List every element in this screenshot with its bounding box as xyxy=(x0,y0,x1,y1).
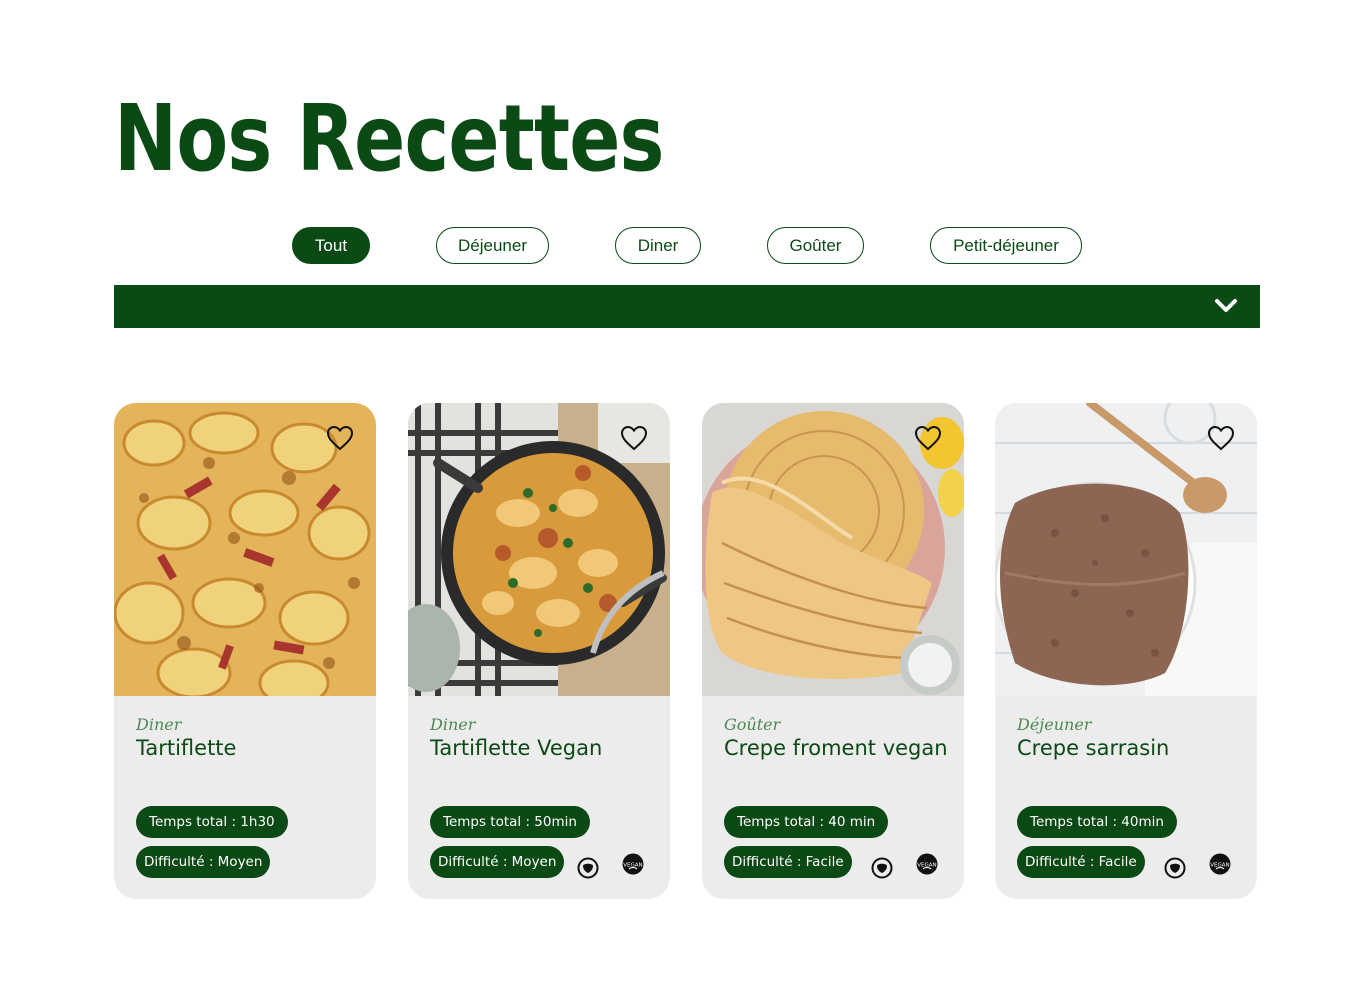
difficulty-badge: Difficulté : Facile xyxy=(724,846,852,878)
recipe-card[interactable]: Déjeuner Crepe sarrasin Temps total : 40… xyxy=(995,403,1257,899)
recipe-name: Tartiflette xyxy=(136,736,237,760)
filter-diner[interactable]: Diner xyxy=(615,227,701,264)
total-time-badge: Temps total : 40 min xyxy=(724,806,889,838)
category-filters: Tout Déjeuner Diner Goûter Petit-déjeune… xyxy=(0,227,1370,264)
vegan-icon: VEGAN xyxy=(916,853,938,875)
favorite-heart-icon[interactable] xyxy=(326,425,354,451)
recipe-card[interactable]: Diner Tartiflette Temps total : 1h30 Dif… xyxy=(114,403,376,899)
total-time-badge: Temps total : 50min xyxy=(430,806,590,838)
recipe-category: Diner xyxy=(136,715,182,734)
lactose-free-icon xyxy=(1164,857,1186,879)
filter-gouter[interactable]: Goûter xyxy=(767,227,864,264)
lactose-free-icon xyxy=(871,857,893,879)
favorite-heart-icon[interactable] xyxy=(1207,425,1235,451)
recipe-card[interactable]: Diner Tartiflette Vegan Temps total : 50… xyxy=(408,403,670,899)
chevron-down-icon[interactable] xyxy=(1214,297,1238,315)
recipe-name: Crepe sarrasin xyxy=(1017,736,1170,760)
favorite-heart-icon[interactable] xyxy=(914,425,942,451)
recipe-category: Déjeuner xyxy=(1017,715,1092,734)
lactose-free-icon xyxy=(577,857,599,879)
filter-dejeuner[interactable]: Déjeuner xyxy=(436,227,549,264)
total-time-badge: Temps total : 1h30 xyxy=(136,806,288,838)
filter-tout[interactable]: Tout xyxy=(292,227,370,264)
vegan-icon: VEGAN xyxy=(622,853,644,875)
difficulty-badge: Difficulté : Moyen xyxy=(430,846,565,878)
recipe-name: Tartiflette Vegan xyxy=(430,736,603,760)
recipe-category: Goûter xyxy=(724,715,781,734)
page-title: Nos Recettes xyxy=(114,85,664,192)
recipe-name: Crepe froment vegan xyxy=(724,736,948,760)
filter-petit-dejeuner[interactable]: Petit-déjeuner xyxy=(930,227,1082,264)
recipe-category: Diner xyxy=(430,715,476,734)
total-time-badge: Temps total : 40min xyxy=(1017,806,1177,838)
difficulty-badge: Difficulté : Facile xyxy=(1017,846,1145,878)
favorite-heart-icon[interactable] xyxy=(620,425,648,451)
recipe-card[interactable]: Goûter Crepe froment vegan Temps total :… xyxy=(702,403,964,899)
difficulty-badge: Difficulté : Moyen xyxy=(136,846,271,878)
vegan-icon: VEGAN xyxy=(1209,853,1231,875)
filter-dropdown-bar[interactable] xyxy=(114,285,1260,328)
